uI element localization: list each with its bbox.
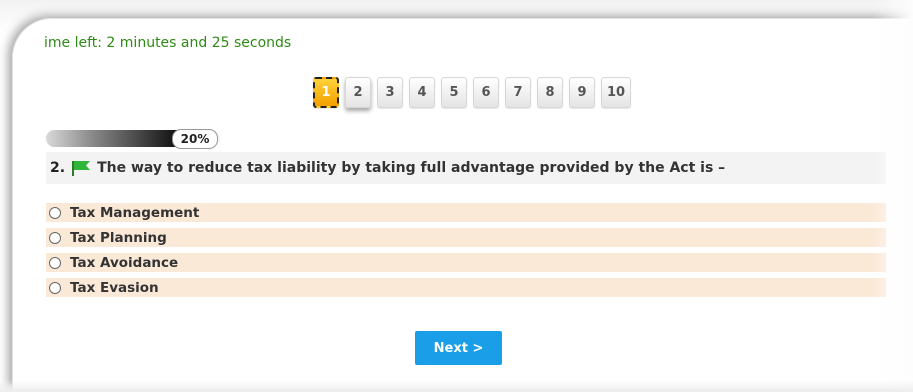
question-box: 2. The way to reduce tax liability by ta… [46, 152, 886, 184]
option-row[interactable]: Tax Evasion [46, 278, 886, 297]
time-left-text: ime left: 2 minutes and 25 seconds [44, 35, 292, 51]
progress-fill [46, 130, 177, 147]
quiz-window: ime left: 2 minutes and 25 seconds 1 2 3… [0, 0, 913, 392]
page-button-10[interactable]: 10 [601, 77, 631, 108]
page-button-3[interactable]: 3 [377, 77, 403, 108]
option-label: Tax Avoidance [70, 254, 179, 271]
page-button-2[interactable]: 2 [345, 77, 371, 108]
radio-button[interactable] [49, 281, 61, 294]
option-row[interactable]: Tax Avoidance [46, 253, 886, 272]
page-curl-bottom [0, 380, 913, 392]
option-row[interactable]: Tax Planning [46, 228, 886, 247]
question-text: The way to reduce tax liability by takin… [97, 160, 726, 176]
next-button[interactable]: Next > [415, 331, 502, 365]
green-flag-icon[interactable] [71, 160, 91, 176]
question-number: 2. [50, 160, 66, 176]
page-button-5[interactable]: 5 [441, 77, 467, 108]
page-curl-right [873, 0, 913, 392]
option-label: Tax Management [70, 204, 200, 221]
option-label: Tax Planning [70, 229, 167, 246]
radio-button[interactable] [49, 231, 61, 244]
answer-options: Tax Management Tax Planning Tax Avoidanc… [46, 203, 886, 303]
progress-label: 20% [172, 129, 218, 149]
page-button-9[interactable]: 9 [569, 77, 595, 108]
option-label: Tax Evasion [70, 279, 159, 296]
question-pager: 1 2 3 4 5 6 7 8 9 10 [313, 77, 631, 111]
option-row[interactable]: Tax Management [46, 203, 886, 222]
radio-button[interactable] [49, 206, 61, 219]
page-button-1[interactable]: 1 [313, 77, 339, 108]
page-button-6[interactable]: 6 [473, 77, 499, 108]
page-button-8[interactable]: 8 [537, 77, 563, 108]
page-button-7[interactable]: 7 [505, 77, 531, 108]
radio-button[interactable] [49, 256, 61, 269]
page-button-4[interactable]: 4 [409, 77, 435, 108]
